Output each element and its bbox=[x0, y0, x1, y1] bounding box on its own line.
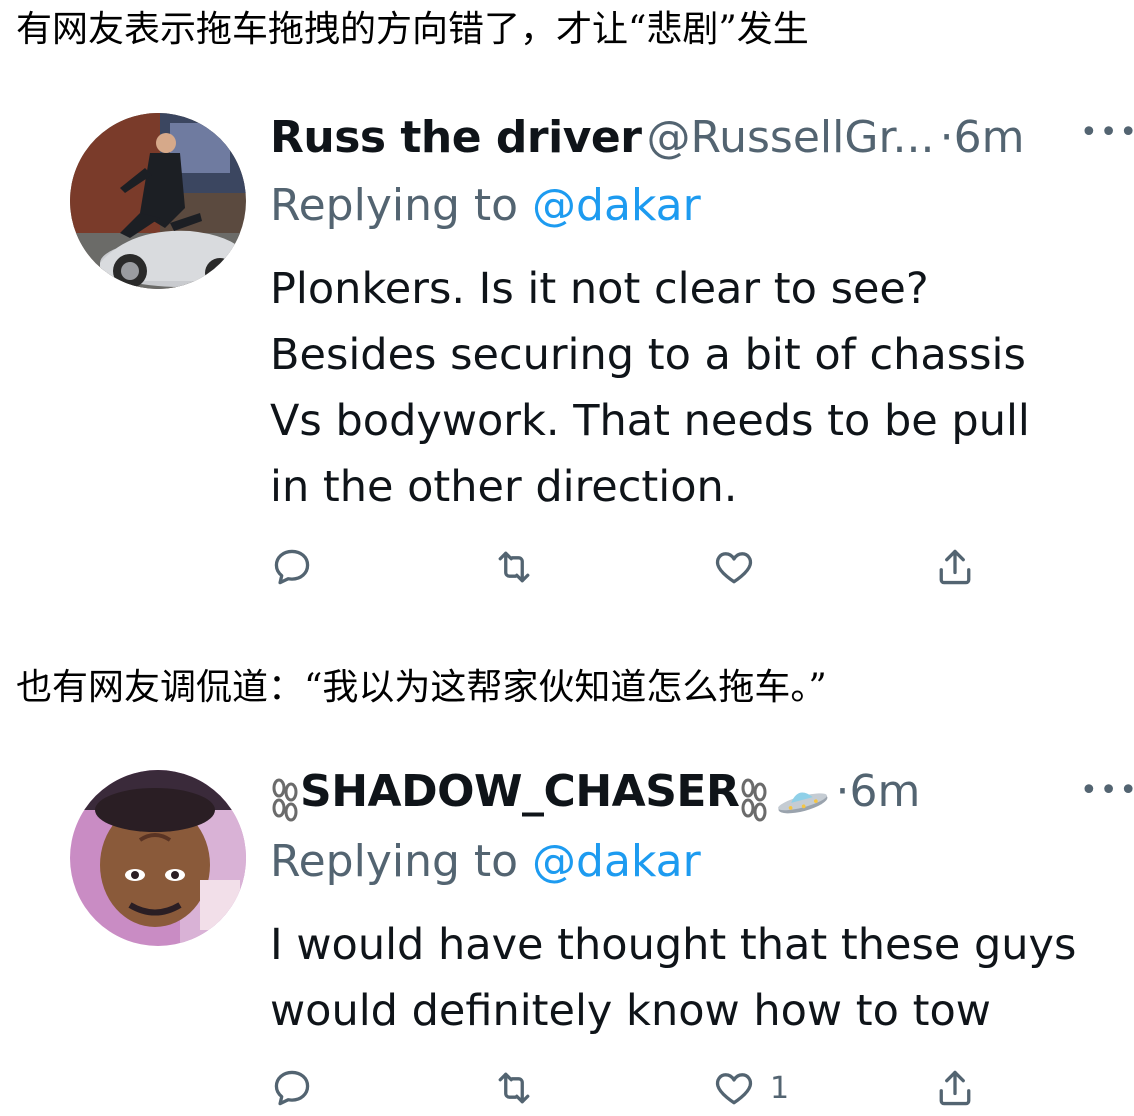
speech-bubble-icon bbox=[274, 549, 310, 585]
replying-prefix: Replying to bbox=[270, 180, 533, 231]
body-line: would definitely know how to tow bbox=[270, 986, 991, 1036]
reply-button[interactable] bbox=[270, 545, 314, 589]
body-line: in the other direction. bbox=[270, 462, 738, 512]
tweet-header: Russ the driver @RussellGr... ·6m bbox=[270, 116, 1024, 160]
tweet-body: Plonkers. Is it not clear to see? Beside… bbox=[270, 256, 1030, 520]
avatar[interactable] bbox=[70, 113, 246, 289]
separator-dot: · bbox=[835, 766, 850, 817]
avatar[interactable] bbox=[70, 770, 246, 946]
retweet-arrows-icon bbox=[498, 551, 530, 583]
body-line: Plonkers. Is it not clear to see? bbox=[270, 264, 929, 314]
tweet-body: I would have thought that these guys wou… bbox=[270, 912, 1076, 1044]
avatar-photo-icon bbox=[70, 113, 246, 289]
chain-icon bbox=[739, 778, 769, 825]
like-button[interactable]: 1 bbox=[712, 1066, 789, 1110]
body-line: I would have thought that these guys bbox=[270, 920, 1077, 970]
heart-icon bbox=[715, 1073, 753, 1105]
more-dots-icon[interactable]: ••• bbox=[1080, 118, 1134, 148]
timestamp[interactable]: 6m bbox=[850, 766, 921, 817]
heart-icon bbox=[715, 552, 753, 584]
share-button[interactable] bbox=[933, 1066, 977, 1110]
retweet-arrows-icon bbox=[498, 1072, 530, 1104]
reply-button[interactable] bbox=[270, 1066, 314, 1110]
mention-link[interactable]: @dakar bbox=[532, 180, 701, 231]
like-count: 1 bbox=[770, 1070, 790, 1106]
tweet-header: SHADOW_CHASER ·6m bbox=[270, 770, 920, 825]
replying-to: Replying to @dakar bbox=[270, 840, 701, 884]
replying-to: Replying to @dakar bbox=[270, 184, 701, 228]
mention-link[interactable]: @dakar bbox=[532, 836, 701, 887]
separator-dot: · bbox=[939, 112, 954, 163]
chain-icon bbox=[270, 778, 300, 825]
ufo-icon bbox=[774, 781, 830, 822]
display-name[interactable]: Russ the driver bbox=[270, 112, 642, 163]
body-line: Vs bodywork. That needs to be pull bbox=[270, 396, 1030, 446]
retweet-button[interactable] bbox=[492, 545, 536, 589]
avatar-photo-icon bbox=[70, 770, 246, 946]
body-line: Besides securing to a bit of chassis bbox=[270, 330, 1026, 380]
share-upload-icon bbox=[939, 1070, 971, 1106]
replying-prefix: Replying to bbox=[270, 836, 533, 887]
caption-first: 有网友表示拖车拖拽的方向错了，才让“悲剧”发生 bbox=[16, 9, 809, 50]
retweet-button[interactable] bbox=[492, 1066, 536, 1110]
speech-bubble-icon bbox=[274, 1070, 310, 1106]
timestamp[interactable]: 6m bbox=[954, 112, 1025, 163]
caption-second: 也有网友调侃道：“我以为这帮家伙知道怎么拖车。” bbox=[16, 667, 827, 708]
share-upload-icon bbox=[939, 549, 971, 585]
handle[interactable]: @RussellGr... bbox=[647, 112, 935, 163]
share-button[interactable] bbox=[933, 545, 977, 589]
more-dots-icon[interactable]: ••• bbox=[1080, 776, 1134, 806]
like-button[interactable] bbox=[712, 545, 770, 589]
display-name[interactable]: SHADOW_CHASER bbox=[300, 766, 740, 817]
